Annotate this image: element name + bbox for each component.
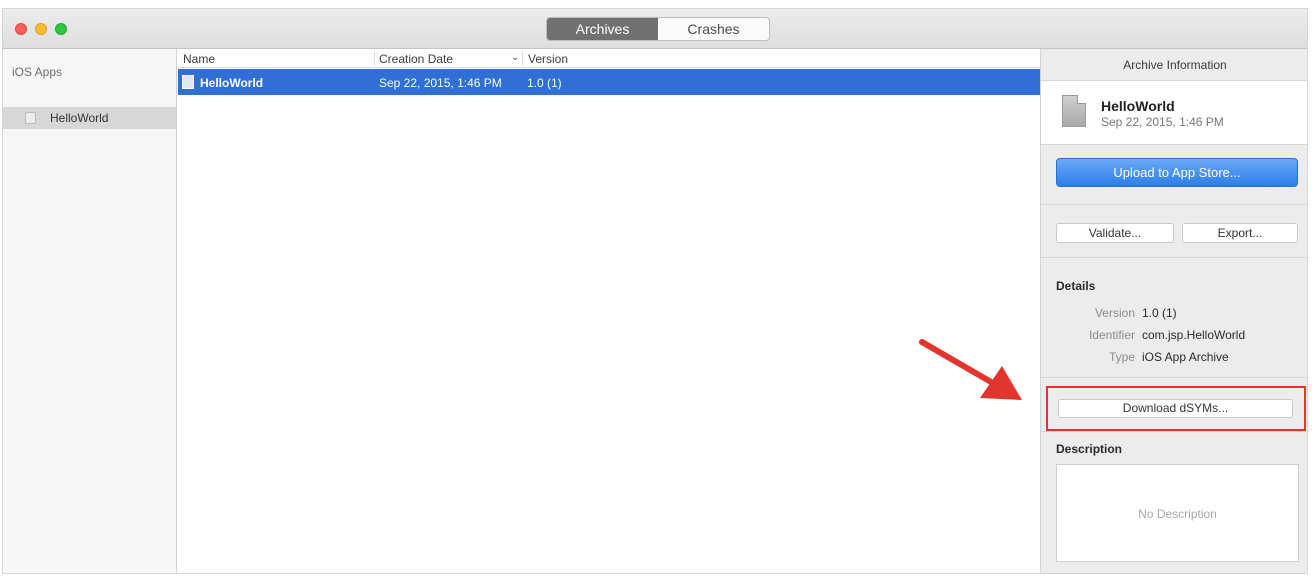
- xcode-organizer-window: Archives Crashes iOS Apps HelloWorld Nam…: [2, 8, 1308, 574]
- sidebar: iOS Apps HelloWorld: [3, 49, 177, 573]
- zoom-window-button[interactable]: [55, 23, 67, 35]
- archive-summary: HelloWorld Sep 22, 2015, 1:46 PM: [1041, 81, 1307, 145]
- archive-name: HelloWorld: [1101, 98, 1175, 114]
- detail-value: 1.0 (1): [1142, 306, 1177, 320]
- row-creation-date: Sep 22, 2015, 1:46 PM: [379, 76, 502, 90]
- details-title: Details: [1056, 279, 1096, 293]
- sidebar-item-label: HelloWorld: [50, 111, 109, 125]
- column-header-version[interactable]: Version: [528, 52, 568, 66]
- sidebar-item-helloworld[interactable]: HelloWorld: [3, 107, 176, 129]
- inspector-title: Archive Information: [1041, 49, 1307, 81]
- archive-document-icon: [1062, 95, 1086, 127]
- row-version: 1.0 (1): [527, 76, 562, 90]
- detail-key: Version: [1094, 306, 1135, 320]
- archive-file-icon: [182, 75, 194, 89]
- dsym-section: Download dSYMs...: [1041, 378, 1307, 432]
- description-title: Description: [1056, 442, 1123, 456]
- toolbar: Archives Crashes: [3, 9, 1307, 49]
- column-divider[interactable]: [374, 51, 375, 66]
- tab-archives[interactable]: Archives: [547, 18, 658, 40]
- sort-descending-icon: ⌄: [511, 52, 520, 63]
- details-section: Details Version 1.0 (1) Identifier com.j…: [1041, 258, 1307, 378]
- upload-section: Upload to App Store...: [1041, 145, 1307, 205]
- description-field[interactable]: No Description: [1056, 464, 1299, 562]
- column-divider[interactable]: [522, 51, 523, 66]
- download-dsyms-button[interactable]: Download dSYMs...: [1058, 399, 1293, 418]
- table-row[interactable]: HelloWorld Sep 22, 2015, 1:46 PM 1.0 (1): [178, 69, 1040, 95]
- archive-actions: Validate... Export...: [1041, 205, 1307, 258]
- minimize-window-button[interactable]: [35, 23, 47, 35]
- row-name: HelloWorld: [200, 76, 264, 90]
- description-section: Description No Description: [1041, 432, 1307, 573]
- organizer-tabs: Archives Crashes: [546, 17, 770, 41]
- archive-inspector: Archive Information HelloWorld Sep 22, 2…: [1040, 49, 1307, 573]
- detail-value: iOS App Archive: [1142, 350, 1229, 364]
- upload-to-app-store-button[interactable]: Upload to App Store...: [1056, 158, 1298, 187]
- column-header-name[interactable]: Name: [183, 52, 215, 66]
- annotation-arrow-icon: [919, 339, 1022, 400]
- archive-date: Sep 22, 2015, 1:46 PM: [1101, 115, 1224, 129]
- app-icon: [25, 112, 36, 124]
- detail-key: Identifier: [1088, 328, 1135, 342]
- sidebar-header: iOS Apps: [12, 65, 63, 79]
- tab-crashes[interactable]: Crashes: [658, 18, 769, 40]
- table-header: Name Creation Date ⌄ Version: [178, 49, 1040, 68]
- export-button[interactable]: Export...: [1182, 223, 1298, 243]
- detail-key: Type: [1108, 350, 1135, 364]
- column-header-creation-date[interactable]: Creation Date: [379, 52, 453, 66]
- detail-value: com.jsp.HelloWorld: [1142, 328, 1246, 342]
- archives-table: Name Creation Date ⌄ Version HelloWorld …: [178, 49, 1040, 573]
- close-window-button[interactable]: [15, 23, 27, 35]
- validate-button[interactable]: Validate...: [1056, 223, 1174, 243]
- description-placeholder: No Description: [1138, 507, 1217, 521]
